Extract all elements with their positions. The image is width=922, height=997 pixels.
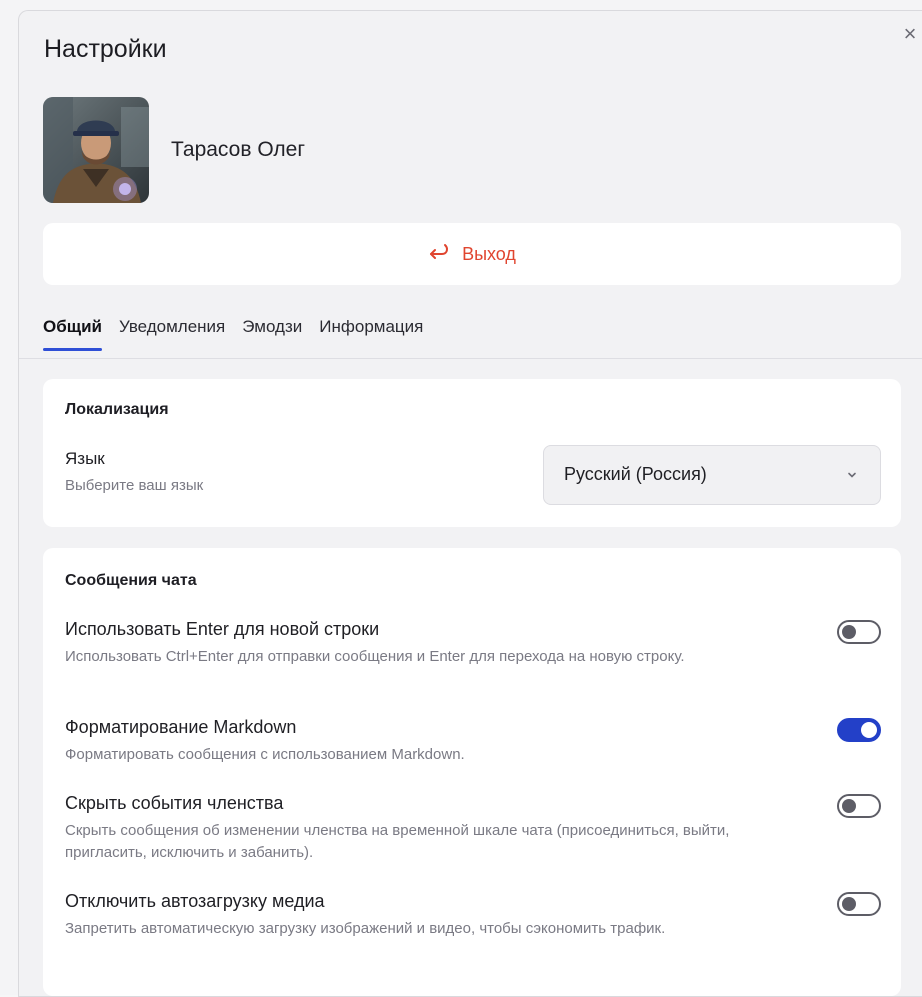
setting-markdown: Форматирование Markdown Форматировать со… <box>65 716 881 766</box>
toggle-knob <box>842 799 856 813</box>
setting-hide-membership: Скрыть события членства Скрыть сообщения… <box>65 792 881 864</box>
chevron-down-icon <box>846 468 858 480</box>
setting-enter-newline: Использовать Enter для новой строки Испо… <box>65 618 881 668</box>
avatar <box>43 97 149 203</box>
tab-notifications[interactable]: Уведомления <box>119 317 225 351</box>
setting-description: Запретить автоматическую загрузку изобра… <box>65 920 666 937</box>
tab-emoji[interactable]: Эмодзи <box>242 317 302 351</box>
tab-info[interactable]: Информация <box>319 317 423 351</box>
dialog-title: Настройки <box>44 35 167 63</box>
toggle-knob <box>861 722 877 738</box>
chat-messages-card: Сообщения чата Использовать Enter для но… <box>43 548 901 996</box>
localization-card: Локализация Язык Выберите ваш язык Русск… <box>43 379 901 527</box>
profile-section: Тарасов Олег <box>43 97 305 203</box>
setting-disable-media-autoload: Отключить автозагрузку медиа Запретить а… <box>65 890 881 940</box>
localization-title: Локализация <box>65 401 169 418</box>
settings-dialog: Настройки × Тарасов Олег Выход Общий Уве… <box>18 10 922 997</box>
logout-label: Выход <box>462 243 516 264</box>
close-icon[interactable]: × <box>899 23 921 45</box>
toggle-markdown[interactable] <box>837 718 881 742</box>
language-label: Язык <box>65 449 105 468</box>
profile-name: Тарасов Олег <box>171 138 306 161</box>
logout-button[interactable]: Выход <box>43 223 901 285</box>
language-select[interactable]: Русский (Россия) <box>543 445 881 505</box>
toggle-knob <box>842 897 856 911</box>
toggle-knob <box>842 625 856 639</box>
logout-arrow-icon <box>428 243 450 265</box>
toggle-enter-newline[interactable] <box>837 620 881 644</box>
setting-title: Использовать Enter для новой строки <box>65 619 380 639</box>
tabs-divider <box>19 358 922 359</box>
setting-description: Скрыть сообщения об изменении членства н… <box>65 822 730 861</box>
settings-tabs: Общий Уведомления Эмодзи Информация <box>43 317 423 351</box>
setting-description: Использовать Ctrl+Enter для отправки соо… <box>65 648 685 665</box>
language-select-value: Русский (Россия) <box>564 464 707 484</box>
setting-title: Скрыть события членства <box>65 793 284 813</box>
language-hint: Выберите ваш язык <box>65 477 204 494</box>
setting-title: Форматирование Markdown <box>65 717 297 737</box>
toggle-hide-membership[interactable] <box>837 794 881 818</box>
chat-section-title: Сообщения чата <box>65 572 197 589</box>
toggle-disable-media-autoload[interactable] <box>837 892 881 916</box>
setting-title: Отключить автозагрузку медиа <box>65 891 325 911</box>
setting-description: Форматировать сообщения с использованием… <box>65 746 465 763</box>
tab-general[interactable]: Общий <box>43 317 102 351</box>
